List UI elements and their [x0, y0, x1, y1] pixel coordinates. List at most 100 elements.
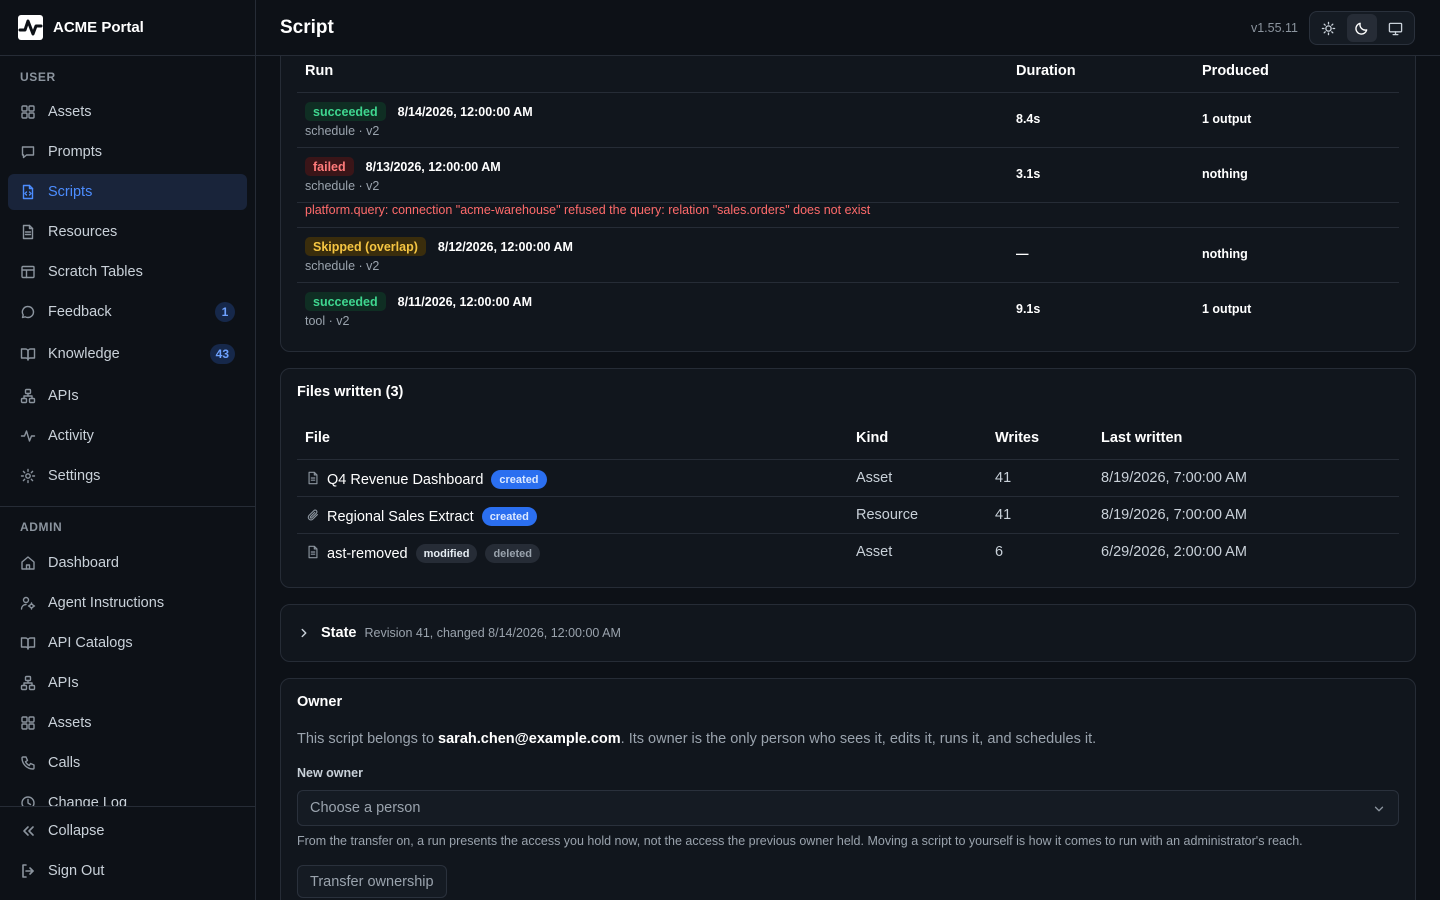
run-trigger: schedule · v2 [305, 124, 380, 138]
file-row[interactable]: Regional Sales Extract created Resource … [297, 496, 1399, 533]
run-row[interactable]: failed 8/13/2026, 12:00:00 AM schedule ·… [281, 148, 1415, 202]
sidebar-item-api-catalogs[interactable]: API Catalogs [8, 625, 247, 661]
run-date: 8/11/2026, 12:00:00 AM [397, 294, 532, 309]
sidebar-item-assets[interactable]: Assets [8, 94, 247, 130]
sidebar-item-label: Resources [48, 224, 118, 240]
state-disclosure[interactable]: State Revision 41, changed 8/14/2026, 12… [280, 604, 1416, 662]
sidebar-item-apis[interactable]: APIs [8, 665, 247, 701]
message-square-icon [20, 144, 36, 160]
sidebar-item-scratch-tables[interactable]: Scratch Tables [8, 254, 247, 290]
logo-icon [18, 15, 43, 40]
sidebar-item-knowledge[interactable]: Knowledge 43 [8, 336, 247, 372]
file-kind: Resource [856, 507, 919, 523]
created-tag: created [491, 470, 547, 489]
sidebar-item-dashboard[interactable]: Dashboard [8, 545, 247, 581]
run-produced: 1 output [1202, 302, 1252, 316]
sidebar-item-label: APIs [48, 675, 79, 691]
file-name-link[interactable]: Regional Sales Extract [327, 509, 474, 525]
file-icon [306, 545, 320, 559]
file-row[interactable]: Q4 Revenue Dashboard created Asset 41 8/… [297, 459, 1399, 496]
file-kind: Asset [856, 470, 893, 486]
section-label-user: USER [20, 70, 56, 84]
created-tag: created [481, 507, 537, 526]
sidebar-item-prompts[interactable]: Prompts [8, 134, 247, 170]
chevrons-left-icon [20, 823, 36, 839]
sidebar-item-label: APIs [48, 388, 79, 404]
chevron-right-icon [297, 626, 311, 640]
sidebar-item-label: Scratch Tables [48, 264, 143, 280]
sidebar-item-agent-instructions[interactable]: Agent Instructions [8, 585, 247, 621]
sidebar-item-label: Dashboard [48, 555, 119, 571]
run-row[interactable]: succeeded 8/11/2026, 12:00:00 AM tool · … [281, 283, 1415, 337]
new-owner-select[interactable]: Choose a person [297, 790, 1399, 826]
sidebar-item-label: Calls [48, 755, 81, 771]
deleted-tag: deleted [485, 544, 540, 563]
sidebar-item-scripts[interactable]: Scripts [8, 174, 247, 210]
run-duration: 9.1s [1016, 302, 1041, 316]
new-owner-placeholder: Choose a person [310, 800, 421, 816]
file-icon [306, 471, 320, 485]
file-code-icon [20, 184, 36, 200]
sign-out-button[interactable]: Sign Out [8, 853, 247, 889]
file-kind: Asset [856, 544, 893, 560]
sidebar-item-resources[interactable]: Resources [8, 214, 247, 250]
sidebar-item-label: Activity [48, 428, 94, 444]
file-name-link[interactable]: ast-removed [327, 546, 408, 562]
run-produced: nothing [1202, 167, 1248, 181]
run-trigger: tool · v2 [305, 314, 350, 328]
book-open-icon [20, 346, 36, 362]
file-last-written: 8/19/2026, 7:00:00 AM [1101, 470, 1247, 486]
sidebar-item-feedback[interactable]: Feedback 1 [8, 294, 247, 330]
sidebar-item-label: Settings [48, 468, 101, 484]
owner-title: Owner [297, 694, 343, 710]
state-label: State [321, 625, 357, 641]
sidebar-item-apis[interactable]: APIs [8, 378, 247, 414]
files-written-card: Files written (3) File Kind Writes Last … [280, 368, 1416, 588]
sidebar-item-label: Agent Instructions [48, 595, 165, 611]
files-header-last-written: Last written [1101, 430, 1183, 446]
sidebar: ACME Portal USER Assets Prompts Scripts Res… [0, 0, 256, 900]
state-revision: Revision 41, changed 8/14/2026, 12:00:00… [364, 626, 621, 640]
run-duration: 3.1s [1016, 167, 1041, 181]
owner-desc-suffix: . Its owner is the only person who sees … [620, 731, 1097, 747]
status-badge: Skipped (overlap) [305, 237, 426, 256]
status-badge: succeeded [305, 102, 386, 121]
run-row[interactable]: succeeded 8/14/2026, 12:00:00 AM schedul… [281, 93, 1415, 147]
home-icon [20, 555, 36, 571]
sidebar-item-calls[interactable]: Calls [8, 745, 247, 781]
theme-system-button[interactable] [1380, 14, 1410, 42]
runs-header-duration: Duration [1016, 63, 1076, 79]
owner-desc-prefix: This script belongs to [297, 731, 439, 747]
run-trigger: schedule · v2 [305, 179, 380, 193]
brand[interactable]: ACME Portal [0, 0, 255, 56]
file-name-link[interactable]: Q4 Revenue Dashboard [327, 472, 483, 488]
theme-dark-button[interactable] [1346, 14, 1377, 42]
run-produced: 1 output [1202, 112, 1252, 126]
monitor-icon [1388, 22, 1403, 35]
collapse-button[interactable]: Collapse [8, 813, 247, 849]
user-cog-icon [20, 595, 36, 611]
transfer-ownership-button[interactable]: Transfer ownership [297, 865, 447, 898]
run-date: 8/13/2026, 12:00:00 AM [365, 159, 501, 174]
file-writes: 6 [995, 544, 1004, 560]
sidebar-item-label: Assets [48, 715, 92, 731]
network-icon [20, 388, 36, 404]
sidebar-item-label: Scripts [48, 184, 93, 200]
theme-light-button[interactable] [1314, 14, 1344, 42]
sidebar-item-settings[interactable]: Settings [8, 458, 247, 494]
file-row[interactable]: ast-removed modified deleted Asset 6 6/2… [297, 533, 1399, 570]
sidebar-item-activity[interactable]: Activity [8, 418, 247, 454]
status-badge: failed [305, 157, 354, 176]
chevron-down-icon [1372, 802, 1386, 816]
sidebar-item-assets[interactable]: Assets [8, 705, 247, 741]
file-writes: 41 [995, 507, 1012, 523]
file-last-written: 8/19/2026, 7:00:00 AM [1101, 507, 1247, 523]
files-header-kind: Kind [856, 430, 889, 446]
theme-switcher [1309, 11, 1415, 45]
sidebar-footer: Collapse Sign Out [0, 806, 255, 900]
file-last-written: 6/29/2026, 2:00:00 AM [1101, 544, 1247, 560]
owner-card: Owner This script belongs to sarah.chen@… [280, 678, 1416, 900]
run-row[interactable]: Skipped (overlap) 8/12/2026, 12:00:00 AM… [281, 228, 1415, 282]
collapse-label: Collapse [48, 823, 105, 839]
phone-icon [20, 755, 36, 771]
